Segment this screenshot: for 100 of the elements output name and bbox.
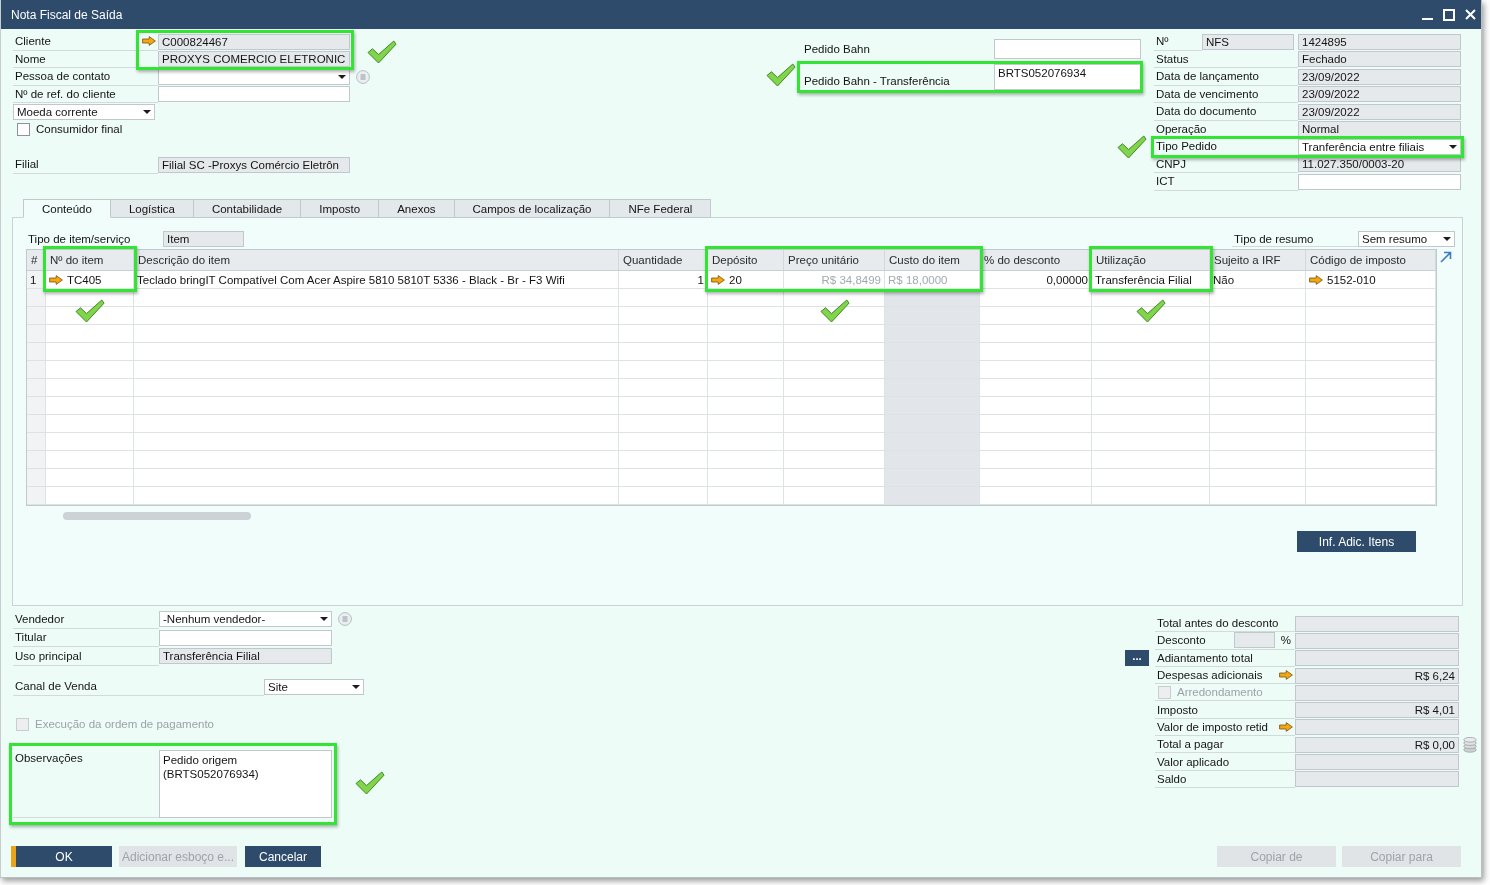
caret-icon (320, 617, 328, 622)
coins-icon[interactable] (1463, 736, 1477, 753)
input-field[interactable] (159, 629, 332, 646)
field-label: Observações (15, 752, 83, 764)
input-field[interactable]: BRTS052076934 (994, 64, 1141, 90)
input-field[interactable]: C000824467 (158, 33, 350, 50)
input-field[interactable]: Transferência Filial (159, 648, 332, 665)
tab[interactable]: Campos de localização (454, 199, 611, 218)
dropdown[interactable]: Moeda corrente (13, 103, 155, 120)
input-field[interactable] (1295, 650, 1459, 667)
field-label: Tipo de resumo (1234, 232, 1314, 245)
input-field[interactable] (1295, 684, 1459, 701)
input-field[interactable] (994, 39, 1141, 59)
more-button[interactable]: ... (1125, 650, 1149, 667)
arrow-icon[interactable] (1279, 670, 1293, 681)
text-area[interactable]: Pedido origem (BRTS052076934) (159, 750, 332, 818)
input-field[interactable] (1295, 771, 1459, 788)
minimize-icon[interactable] (1422, 18, 1433, 20)
field-label: Imposto (1157, 703, 1198, 716)
input-field[interactable] (1295, 632, 1459, 649)
column-header[interactable]: Sujeito a IRF (1210, 250, 1306, 271)
field-label: Despesas adicionais (1157, 669, 1263, 682)
field-label: Pessoa de contato (15, 70, 111, 83)
column-header[interactable]: Utilização (1092, 250, 1210, 271)
input-field[interactable]: 23/09/2022 (1298, 68, 1461, 85)
field-label: Total antes do desconto (1157, 617, 1279, 630)
list-circle-icon[interactable] (338, 612, 352, 627)
arrow-icon[interactable] (1279, 721, 1293, 732)
tab[interactable]: Conteúdo (23, 199, 111, 218)
dialog-button[interactable]: Cancelar (245, 846, 321, 867)
field-label: Uso principal (15, 649, 82, 662)
dialog-button[interactable]: OK (11, 846, 112, 867)
scrollbar-thumb[interactable] (63, 512, 251, 520)
tab[interactable]: NFe Federal (610, 199, 712, 218)
field-label: Valor de imposto retid (1157, 720, 1268, 733)
list-circle-icon[interactable] (356, 69, 370, 84)
tab[interactable]: Contabilidade (193, 199, 302, 218)
table-cell (27, 433, 46, 451)
table-cell: Não (1210, 271, 1306, 289)
checkbox-label: Execução da ordem de pagamento (35, 718, 214, 730)
input-field[interactable] (1295, 615, 1459, 632)
cell-text: R$ 34,8499 (821, 273, 881, 286)
column-header[interactable]: % do desconto (980, 250, 1092, 271)
arrow-icon[interactable] (1309, 274, 1323, 285)
dropdown[interactable]: -Nenhum vendedor- (159, 611, 332, 628)
cell-text: 20 (729, 273, 742, 286)
table-cell (27, 289, 46, 307)
column-header[interactable]: Nº do item (46, 250, 134, 271)
table-cell (27, 487, 46, 505)
column-header[interactable]: Preço unitário (784, 250, 885, 271)
checkbox[interactable] (17, 122, 30, 136)
input-field[interactable]: R$ 0,00 (1295, 736, 1459, 753)
field-label: Vendedor (15, 612, 65, 625)
column-header[interactable]: Quantidade (619, 250, 708, 271)
input-field[interactable]: R$ 4,01 (1295, 702, 1459, 719)
maximize-icon[interactable] (1443, 8, 1455, 21)
tab[interactable]: Logística (110, 199, 194, 218)
column-header[interactable]: Código de imposto (1306, 250, 1436, 271)
field-label: Data do documento (1156, 105, 1257, 118)
field-label: Titular (15, 631, 47, 644)
field-label: Total a pagar (1157, 738, 1224, 751)
field-label: Nº (1156, 35, 1169, 48)
field-label: CNPJ (1156, 157, 1187, 170)
input-field[interactable]: 1424895 (1298, 33, 1461, 50)
input-field[interactable]: Item (163, 231, 244, 247)
table-cell (27, 343, 46, 361)
cell-text: 5152-010 (1327, 273, 1376, 286)
input-field[interactable]: 23/09/2022 (1298, 103, 1461, 120)
detail-button[interactable]: Inf. Adic. Itens (1297, 531, 1416, 552)
expand-arrow-icon[interactable] (1440, 251, 1452, 263)
dropdown[interactable]: Site (264, 678, 364, 695)
arrow-icon[interactable] (142, 36, 156, 47)
input-field[interactable]: PROXYS COMERCIO ELETRONIC (158, 51, 350, 68)
tab[interactable]: Imposto (301, 199, 380, 218)
close-icon[interactable] (1465, 9, 1476, 20)
table-cell (27, 379, 46, 397)
input-field[interactable]: Filial SC -Proxys Comércio Eletrôn (158, 156, 350, 173)
input-field[interactable]: Normal (1298, 121, 1461, 138)
field-label: Saldo (1157, 772, 1187, 785)
table-cell (27, 397, 46, 415)
table-cell (27, 325, 46, 343)
input-field[interactable] (158, 86, 350, 103)
arrow-icon[interactable] (711, 274, 725, 285)
table-cell (27, 415, 46, 433)
input-field[interactable] (1298, 173, 1461, 190)
column-header[interactable]: Descrição do item (134, 250, 619, 271)
tab[interactable]: Anexos (379, 199, 455, 218)
input-field[interactable]: NFS (1202, 33, 1294, 50)
input-field[interactable] (1233, 632, 1275, 649)
input-field[interactable] (1295, 754, 1459, 770)
input-field[interactable]: 23/09/2022 (1298, 86, 1461, 103)
input-field[interactable]: R$ 6,24 (1295, 667, 1459, 684)
column-header[interactable]: Depósito (708, 250, 784, 271)
dropdown[interactable]: Sem resumo (1358, 231, 1455, 247)
arrow-icon[interactable] (49, 274, 63, 285)
table-cell (27, 307, 46, 325)
column-header[interactable]: Custo do item (885, 250, 980, 271)
field-label: Canal de Venda (15, 680, 97, 693)
input-field[interactable] (1295, 719, 1459, 736)
input-field[interactable]: Fechado (1298, 51, 1461, 68)
